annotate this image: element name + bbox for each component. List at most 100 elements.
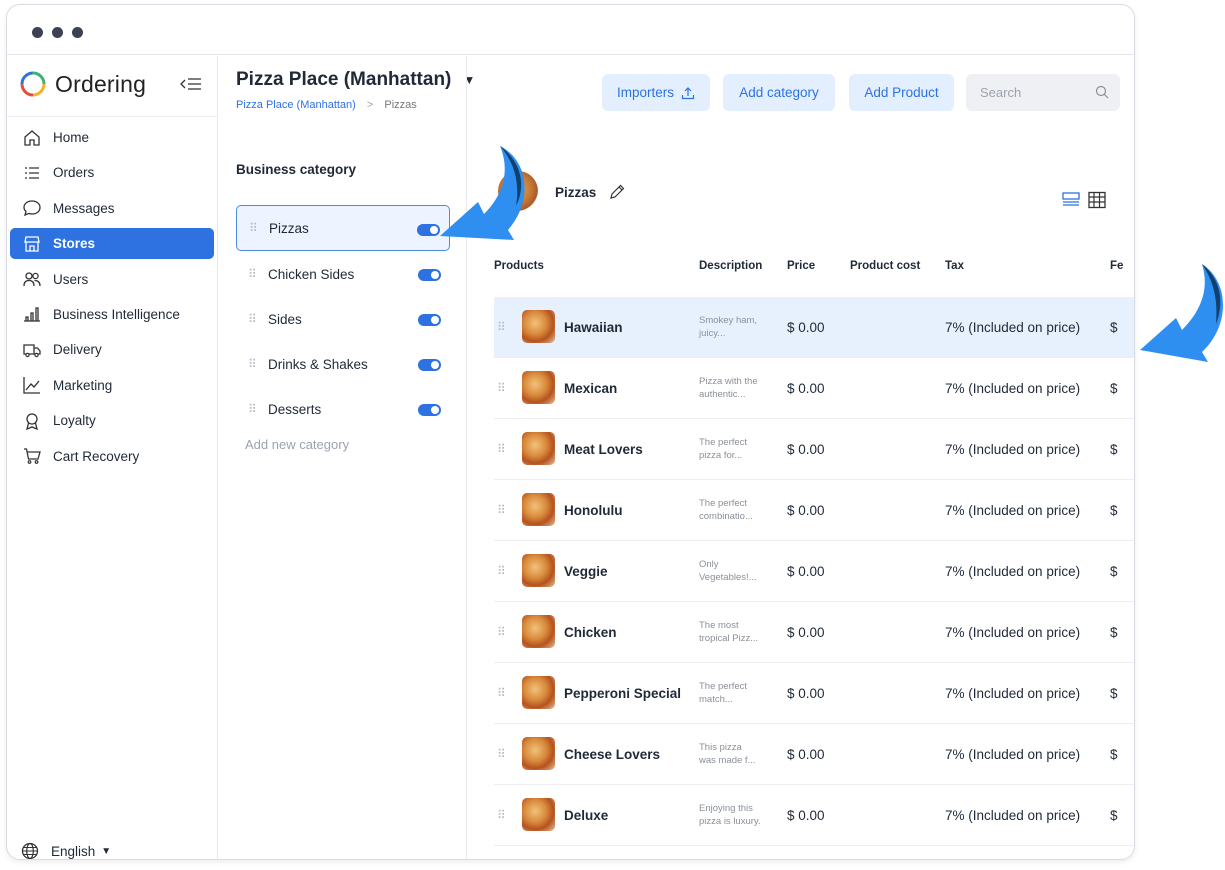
product-fee: $ bbox=[1110, 380, 1118, 396]
collapse-sidebar-icon[interactable] bbox=[180, 76, 202, 97]
sidebar-item-business-intelligence[interactable]: Business Intelligence bbox=[10, 299, 214, 330]
description-line: combinatio... bbox=[699, 511, 753, 522]
drag-handle-icon[interactable]: ⠿ bbox=[248, 357, 268, 371]
product-price: $ 0.00 bbox=[787, 319, 825, 335]
description-line: pizza for... bbox=[699, 450, 743, 461]
sidebar-item-loyalty[interactable]: Loyalty bbox=[10, 405, 214, 436]
home-icon bbox=[22, 128, 42, 148]
category-toggle[interactable] bbox=[418, 314, 441, 326]
table-row[interactable]: ⠿ Veggie Only Vegetables!... $ 0.00 7% (I… bbox=[494, 541, 1134, 602]
table-view-icon[interactable] bbox=[1088, 191, 1106, 209]
category-toggle[interactable] bbox=[418, 359, 441, 371]
drag-handle-icon[interactable]: ⠿ bbox=[497, 808, 506, 822]
product-fee: $ bbox=[1110, 563, 1118, 579]
product-fee: $ bbox=[1110, 746, 1118, 762]
users-icon bbox=[22, 269, 42, 289]
description-line: The perfect bbox=[699, 437, 748, 448]
table-row[interactable]: ⠿ Hawaiian Smokey ham, juicy... $ 0.00 7%… bbox=[494, 297, 1134, 358]
sidebar-item-label: Stores bbox=[53, 236, 96, 252]
product-image bbox=[522, 371, 555, 404]
product-price: $ 0.00 bbox=[787, 441, 825, 457]
description-line: The perfect bbox=[699, 681, 748, 692]
sidebar-item-users[interactable]: Users bbox=[10, 264, 214, 295]
award-icon bbox=[22, 411, 42, 431]
product-description: Only Vegetables!... bbox=[699, 558, 767, 584]
window-control-dot[interactable] bbox=[32, 27, 43, 38]
drag-handle-icon[interactable]: ⠿ bbox=[248, 402, 268, 416]
app-logo[interactable]: Ordering bbox=[19, 70, 146, 98]
column-header-price: Price bbox=[787, 260, 816, 272]
table-row[interactable]: ⠿ Cheese Lovers This pizza was made f... … bbox=[494, 724, 1134, 785]
table-row[interactable]: ⠿ Chicken The most tropical Pizz... $ 0.0… bbox=[494, 602, 1134, 663]
view-toggle bbox=[1062, 191, 1106, 209]
sidebar-item-stores[interactable]: Stores bbox=[10, 228, 214, 260]
sidebar-item-delivery[interactable]: Delivery bbox=[10, 334, 214, 365]
drag-handle-icon[interactable]: ⠿ bbox=[497, 320, 506, 334]
product-name: Deluxe bbox=[564, 807, 609, 823]
category-item[interactable]: ⠿ Desserts bbox=[236, 386, 450, 432]
product-tax: 7% (Included on price) bbox=[945, 685, 1081, 701]
category-item[interactable]: ⠿ Pizzas bbox=[236, 205, 450, 251]
edit-pencil-icon[interactable] bbox=[608, 183, 626, 201]
product-description: The perfect combinatio... bbox=[699, 497, 767, 523]
product-name: Mexican bbox=[564, 380, 618, 396]
product-image bbox=[522, 676, 555, 709]
product-tax: 7% (Included on price) bbox=[945, 746, 1081, 762]
product-image bbox=[522, 615, 555, 648]
sidebar-item-label: Orders bbox=[53, 165, 95, 181]
product-description: Enjoying this pizza is luxury. bbox=[699, 802, 767, 828]
product-description: Smokey ham, juicy... bbox=[699, 314, 767, 340]
drag-handle-icon[interactable]: ⠿ bbox=[497, 747, 506, 761]
sidebar-item-cart-recovery[interactable]: Cart Recovery bbox=[10, 441, 214, 472]
product-price: $ 0.00 bbox=[787, 380, 825, 396]
drag-handle-icon[interactable]: ⠿ bbox=[248, 267, 268, 281]
table-header: Products Description Price Product cost … bbox=[494, 260, 1134, 278]
product-image bbox=[522, 554, 555, 587]
category-item[interactable]: ⠿ Chicken Sides bbox=[236, 251, 450, 297]
product-image bbox=[522, 493, 555, 526]
window-control-dot[interactable] bbox=[72, 27, 83, 38]
product-name: Honolulu bbox=[564, 502, 623, 518]
table-row[interactable]: ⠿ Pepperoni Special The perfect match... … bbox=[494, 663, 1134, 724]
ordering-logo-icon bbox=[20, 71, 46, 97]
description-line: Enjoying this bbox=[699, 803, 753, 814]
drag-handle-icon[interactable]: ⠿ bbox=[497, 381, 506, 395]
product-name: Pepperoni Special bbox=[564, 685, 682, 701]
language-selector[interactable]: English ▼ bbox=[21, 842, 111, 859]
drag-handle-icon[interactable]: ⠿ bbox=[249, 221, 269, 235]
drag-handle-icon[interactable]: ⠿ bbox=[497, 503, 506, 517]
app-window: Ordering Home Orders Messages Stores Use… bbox=[6, 4, 1135, 860]
product-description: This pizza was made f... bbox=[699, 741, 767, 767]
product-fee: $ bbox=[1110, 624, 1118, 640]
add-category-link[interactable]: Add new category bbox=[245, 437, 349, 452]
category-item[interactable]: ⠿ Drinks & Shakes bbox=[236, 341, 450, 387]
column-header-description: Description bbox=[699, 260, 763, 272]
sidebar-item-orders[interactable]: Orders bbox=[10, 157, 214, 188]
product-name: Cheese Lovers bbox=[564, 746, 661, 762]
drag-handle-icon[interactable]: ⠿ bbox=[248, 312, 268, 326]
sidebar-item-messages[interactable]: Messages bbox=[10, 193, 214, 224]
category-toggle[interactable] bbox=[418, 269, 441, 281]
column-header-product-cost: Product cost bbox=[850, 260, 921, 272]
product-tax: 7% (Included on price) bbox=[945, 502, 1081, 518]
sidebar-item-marketing[interactable]: Marketing bbox=[10, 370, 214, 401]
drag-handle-icon[interactable]: ⠿ bbox=[497, 564, 506, 578]
drag-handle-icon[interactable]: ⠿ bbox=[497, 625, 506, 639]
category-toggle[interactable] bbox=[418, 404, 441, 416]
sidebar-item-home[interactable]: Home bbox=[10, 122, 214, 153]
product-name: Veggie bbox=[564, 563, 608, 579]
window-control-dot[interactable] bbox=[52, 27, 63, 38]
table-row[interactable]: ⠿ Mexican Pizza with the authentic... $ 0… bbox=[494, 358, 1134, 419]
table-row[interactable]: ⠿ Meat Lovers The perfect pizza for... $ … bbox=[494, 419, 1134, 480]
description-line: Only bbox=[699, 559, 719, 570]
category-item[interactable]: ⠿ Sides bbox=[236, 296, 450, 342]
table-row[interactable]: ⠿ Deluxe Enjoying this pizza is luxury. $… bbox=[494, 785, 1134, 846]
list-view-icon[interactable] bbox=[1062, 191, 1080, 209]
drag-handle-icon[interactable]: ⠿ bbox=[497, 686, 506, 700]
product-tax: 7% (Included on price) bbox=[945, 319, 1081, 335]
category-label: Chicken Sides bbox=[268, 266, 355, 282]
drag-handle-icon[interactable]: ⠿ bbox=[497, 442, 506, 456]
sidebar-item-label: Cart Recovery bbox=[53, 448, 140, 464]
table-row[interactable]: ⠿ Honolulu The perfect combinatio... $ 0.… bbox=[494, 480, 1134, 541]
product-description: The most tropical Pizz... bbox=[699, 619, 767, 645]
